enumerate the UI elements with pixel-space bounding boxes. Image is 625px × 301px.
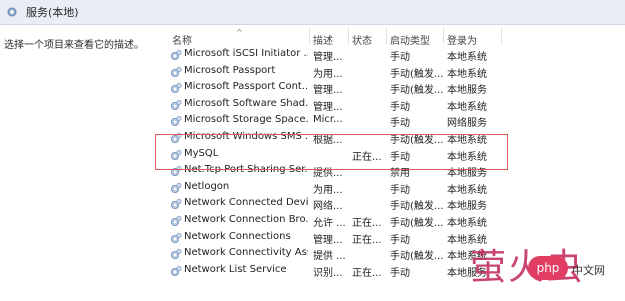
service-startup-type: 手动(触发... [390,251,444,263]
table-row[interactable]: Network Connected Devi... 网络... 手动(触发...… [166,196,606,213]
column-header-name[interactable]: 名称 [172,32,192,47]
service-startup-type: 手动(触发... [390,68,444,80]
service-name: Microsoft Passport Cont... [184,81,308,93]
service-name: Network List Service [184,263,287,275]
service-name: Network Connections [184,230,291,242]
column-separator[interactable] [386,28,387,44]
service-name: Netlogon [184,180,230,192]
service-desc: 为用... [313,184,343,196]
service-name: Microsoft Storage Space... [184,114,308,126]
service-gear-icon [170,49,182,61]
service-logon: 本地系统 [447,184,487,196]
mysql-highlight-box [155,134,508,170]
sort-ascending-icon: ^ [236,28,243,37]
service-startup-type: 手动(触发... [390,201,444,213]
service-startup-type: 手动 [390,234,410,246]
service-startup-type: 手动 [390,267,410,279]
service-name: Microsoft Software Shad... [184,97,308,109]
column-separator[interactable] [348,28,349,44]
service-desc: 网络... [313,201,343,213]
service-startup-type: 手动 [390,101,410,113]
service-name: Microsoft Passport [184,64,276,76]
service-gear-icon [170,115,182,127]
table-row[interactable]: Microsoft Software Shad... 管理... 手动 本地系统 [166,97,606,114]
service-desc: 提供 ... [313,251,346,263]
table-row[interactable]: Microsoft Storage Space... Micr... 手动 网络… [166,113,606,130]
service-desc: Micr... [313,114,343,126]
table-row[interactable]: Network Connection Bro... 允许 ... 正在... 手… [166,213,606,230]
service-gear-icon [170,232,182,244]
column-header-startup-type[interactable]: 启动类型 [390,32,430,47]
service-logon: 本地系统 [447,217,487,229]
service-logon: 本地系统 [447,101,487,113]
service-desc: 管理... [313,85,343,97]
service-name: Network Connectivity Ass... [184,247,308,259]
service-gear-icon [170,182,182,194]
service-description: 选择一个项目来查看它的描述。 [4,40,144,51]
table-row[interactable]: Microsoft Passport Cont... 管理... 手动(触发..… [166,80,606,97]
service-logon: 本地系统 [447,52,487,63]
column-header-description[interactable]: 描述 [313,32,333,47]
service-gear-icon [170,248,182,260]
service-desc: 允许 ... [313,217,346,229]
watermark-caption: 中文网 [572,264,605,277]
column-separator[interactable] [309,28,310,44]
service-logon: 本地服务 [447,201,487,213]
service-startup-type: 手动(触发... [390,85,444,97]
gear-services-icon [6,6,18,18]
service-gear-icon [170,66,182,78]
service-desc: 识别... [313,267,343,279]
service-logon: 本地服务 [447,85,487,97]
watermark-badge: php [528,256,568,280]
service-gear-icon [170,215,182,227]
service-logon: 网络服务 [447,118,487,130]
column-header-status[interactable]: 状态 [352,32,372,47]
service-name: Network Connection Bro... [184,213,308,225]
service-status: 正在... [352,234,382,246]
services-window: 服务(本地) 选择一个项目来查看它的描述。 名称 ^ 描述 状态 启动类型 登录… [0,0,625,301]
service-gear-icon [170,99,182,111]
service-gear-icon [170,82,182,94]
service-desc: 管理... [313,234,343,246]
table-header: 名称 ^ 描述 状态 启动类型 登录为 [166,26,596,48]
column-separator[interactable] [443,28,444,44]
service-status: 正在... [352,217,382,229]
services-header: 服务(本地) [0,0,625,25]
service-startup-type: 手动(触发... [390,217,444,229]
service-desc: 管理... [313,52,343,63]
table-row[interactable]: Netlogon 为用... 手动 本地系统 [166,180,606,197]
header-title: 服务(本地) [26,6,79,19]
service-desc: 管理... [313,101,343,113]
column-header-log-on-as[interactable]: 登录为 [447,32,477,47]
service-desc: 为用... [313,68,343,80]
service-startup-type: 手动 [390,52,410,63]
table-row[interactable]: Microsoft iSCSI Initiator ... 管理... 手动 本… [166,47,606,64]
service-startup-type: 手动 [390,118,410,130]
service-startup-type: 手动 [390,184,410,196]
service-status: 正在... [352,267,382,279]
service-gear-icon [170,198,182,210]
service-name: Microsoft iSCSI Initiator ... [184,48,308,59]
service-gear-icon [170,265,182,277]
service-logon: 本地系统 [447,68,487,80]
service-name: Network Connected Devi... [184,197,308,209]
table-row[interactable]: Microsoft Passport 为用... 手动(触发... 本地系统 [166,64,606,81]
column-separator[interactable] [501,28,502,44]
